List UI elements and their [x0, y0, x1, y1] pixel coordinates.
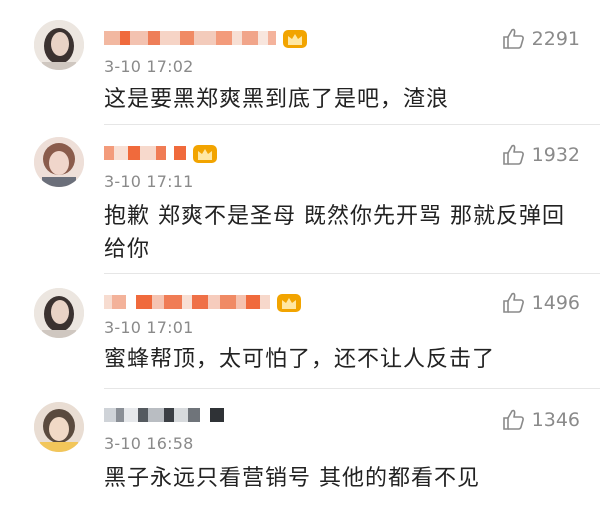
crown-badge-icon: [282, 27, 308, 49]
thumbs-up-icon: [502, 143, 526, 167]
comment-text: 这是要黑郑爽黑到底了是吧，渣浪: [104, 87, 450, 112]
divider: [104, 388, 600, 389]
thumbs-up-icon: [502, 291, 526, 315]
username-blurred[interactable]: [104, 290, 302, 314]
thumbs-up-icon: [502, 408, 526, 432]
divider: [104, 124, 600, 125]
like-count: 1346: [531, 409, 580, 431]
avatar[interactable]: [34, 137, 84, 187]
comment-timestamp: 3-10 17:02: [104, 57, 194, 76]
avatar[interactable]: [34, 288, 84, 338]
comment-timestamp: 3-10 16:58: [104, 434, 194, 453]
like-button[interactable]: 2291: [502, 27, 580, 51]
thumbs-up-icon: [502, 27, 526, 51]
comment-text: 黑子永远只看营销号 其他的都看不见: [104, 466, 480, 491]
like-count: 1496: [531, 292, 580, 314]
like-button[interactable]: 1346: [502, 408, 580, 432]
crown-badge-icon: [192, 142, 218, 164]
comment-text: 抱歉 郑爽不是圣母 既然你先开骂 那就反弹回给你: [104, 204, 565, 262]
like-button[interactable]: 1496: [502, 291, 580, 315]
comment-timestamp: 3-10 17:11: [104, 172, 194, 191]
username-blurred[interactable]: [104, 26, 308, 50]
username-blurred[interactable]: [104, 403, 224, 427]
comment-timestamp: 3-10 17:01: [104, 318, 194, 337]
like-count: 1932: [531, 144, 580, 166]
avatar[interactable]: [34, 20, 84, 70]
like-count: 2291: [531, 28, 580, 50]
avatar[interactable]: [34, 402, 84, 452]
comment-text: 蜜蜂帮顶，太可怕了，还不让人反击了: [104, 347, 496, 372]
crown-badge-icon: [276, 291, 302, 313]
divider: [104, 273, 600, 274]
like-button[interactable]: 1932: [502, 143, 580, 167]
username-blurred[interactable]: [104, 141, 218, 165]
